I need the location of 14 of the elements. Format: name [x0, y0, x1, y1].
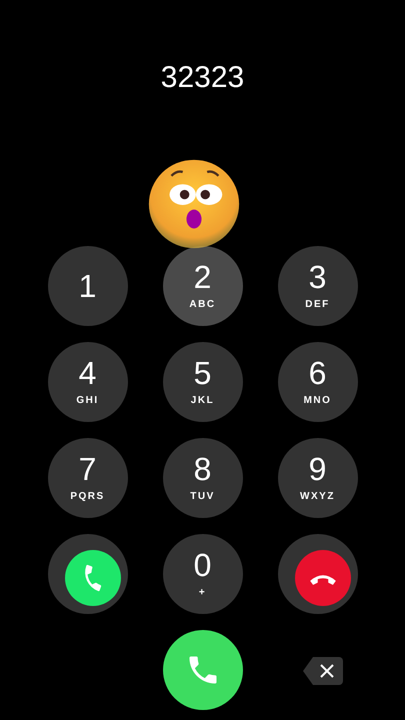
- backspace-button[interactable]: [302, 657, 342, 685]
- dial-key[interactable]: 1: [48, 246, 128, 326]
- dial-key[interactable]: 4 GHI: [48, 342, 128, 422]
- backspace-icon: [302, 657, 342, 685]
- dial-key[interactable]: 0 +: [162, 534, 242, 614]
- dial-key[interactable]: 3 DEF: [278, 246, 358, 326]
- dialed-number: 32323: [160, 60, 244, 96]
- shocked-emoji-icon: [147, 157, 241, 251]
- dial-key[interactable]: 6 MNO: [278, 342, 358, 422]
- dial-key[interactable]: 2 ABC: [162, 246, 242, 326]
- dial-key[interactable]: 7 PQRS: [48, 438, 128, 518]
- dial-key[interactable]: 5 JKL: [162, 342, 242, 422]
- dial-key[interactable]: 8 TUV: [162, 438, 242, 518]
- dial-key[interactable]: 9 WXYZ: [278, 438, 358, 518]
